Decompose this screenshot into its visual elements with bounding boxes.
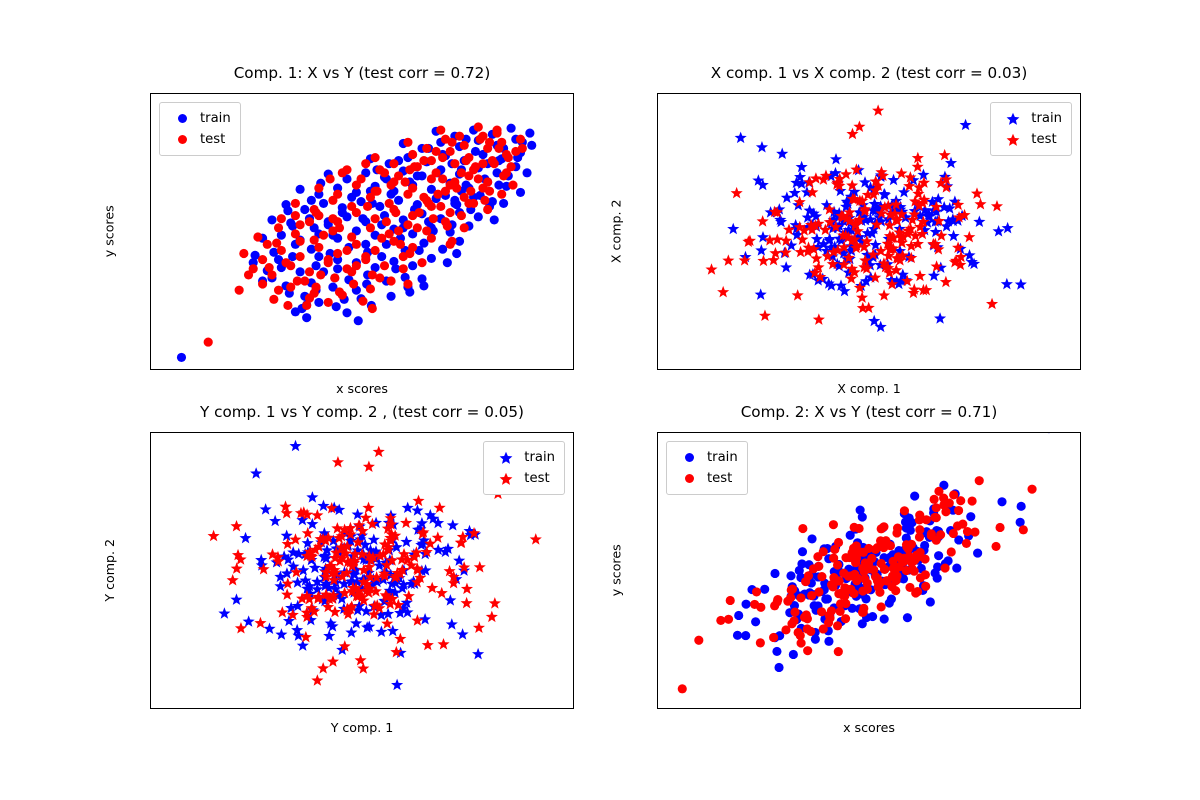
subplot-comp1-x-vs-y: Comp. 1: X vs Y (test corr = 0.72) train…	[102, 65, 574, 395]
subplot-title: Comp. 1: X vs Y (test corr = 0.72)	[233, 64, 491, 82]
circle-marker-icon	[674, 453, 704, 462]
legend-item-test[interactable]: test	[674, 468, 738, 489]
legend-label: test	[524, 470, 550, 486]
series-test	[203, 122, 527, 347]
subplot-y-comp1-vs-y-comp2: Y comp. 1 vs Y comp. 2 , (test corr = 0.…	[102, 404, 574, 734]
legend-label: train	[1031, 110, 1062, 126]
figure-canvas: Comp. 1: X vs Y (test corr = 0.72) train…	[0, 0, 1200, 800]
series-train	[732, 433, 1051, 673]
subplot-title: Y comp. 1 vs Y comp. 2 , (test corr = 0.…	[200, 403, 524, 421]
legend-label: train	[524, 449, 555, 465]
circle-marker-icon	[167, 114, 197, 123]
x-axis-label: x scores	[843, 720, 895, 736]
legend-label: train	[200, 110, 231, 126]
legend-item-test[interactable]: test	[998, 129, 1062, 150]
series-test	[705, 104, 1004, 325]
circle-marker-icon	[674, 474, 704, 483]
star-marker-icon	[491, 451, 521, 465]
circle-marker-icon	[167, 135, 197, 144]
star-marker-icon	[998, 112, 1028, 126]
legend-item-train[interactable]: train	[674, 447, 738, 468]
star-marker-icon	[491, 472, 521, 486]
legend[interactable]: train test	[483, 441, 565, 495]
subplot-title: X comp. 1 vs X comp. 2 (test corr = 0.03…	[710, 64, 1028, 82]
subplot-x-comp1-vs-x-comp2: X comp. 1 vs X comp. 2 (test corr = 0.03…	[609, 65, 1081, 395]
x-axis-label: Y comp. 1	[330, 720, 394, 736]
legend-item-train[interactable]: train	[491, 447, 555, 468]
legend[interactable]: train test	[990, 102, 1072, 156]
x-axis-label: X comp. 1	[837, 381, 901, 397]
star-marker-icon	[998, 133, 1028, 147]
legend-item-train[interactable]: train	[167, 108, 231, 129]
legend-label: test	[707, 470, 733, 486]
legend-item-train[interactable]: train	[998, 108, 1062, 129]
x-axis-label: x scores	[336, 381, 388, 397]
legend-label: test	[1031, 131, 1057, 147]
legend-label: test	[200, 131, 226, 147]
legend-label: train	[707, 449, 738, 465]
legend-item-test[interactable]: test	[491, 468, 555, 489]
legend[interactable]: train test	[666, 441, 748, 495]
subplot-comp2-x-vs-y: Comp. 2: X vs Y (test corr = 0.71) train…	[609, 404, 1081, 734]
legend-item-test[interactable]: test	[167, 129, 231, 150]
subplot-title: Comp. 2: X vs Y (test corr = 0.71)	[740, 403, 998, 421]
legend[interactable]: train test	[159, 102, 241, 156]
